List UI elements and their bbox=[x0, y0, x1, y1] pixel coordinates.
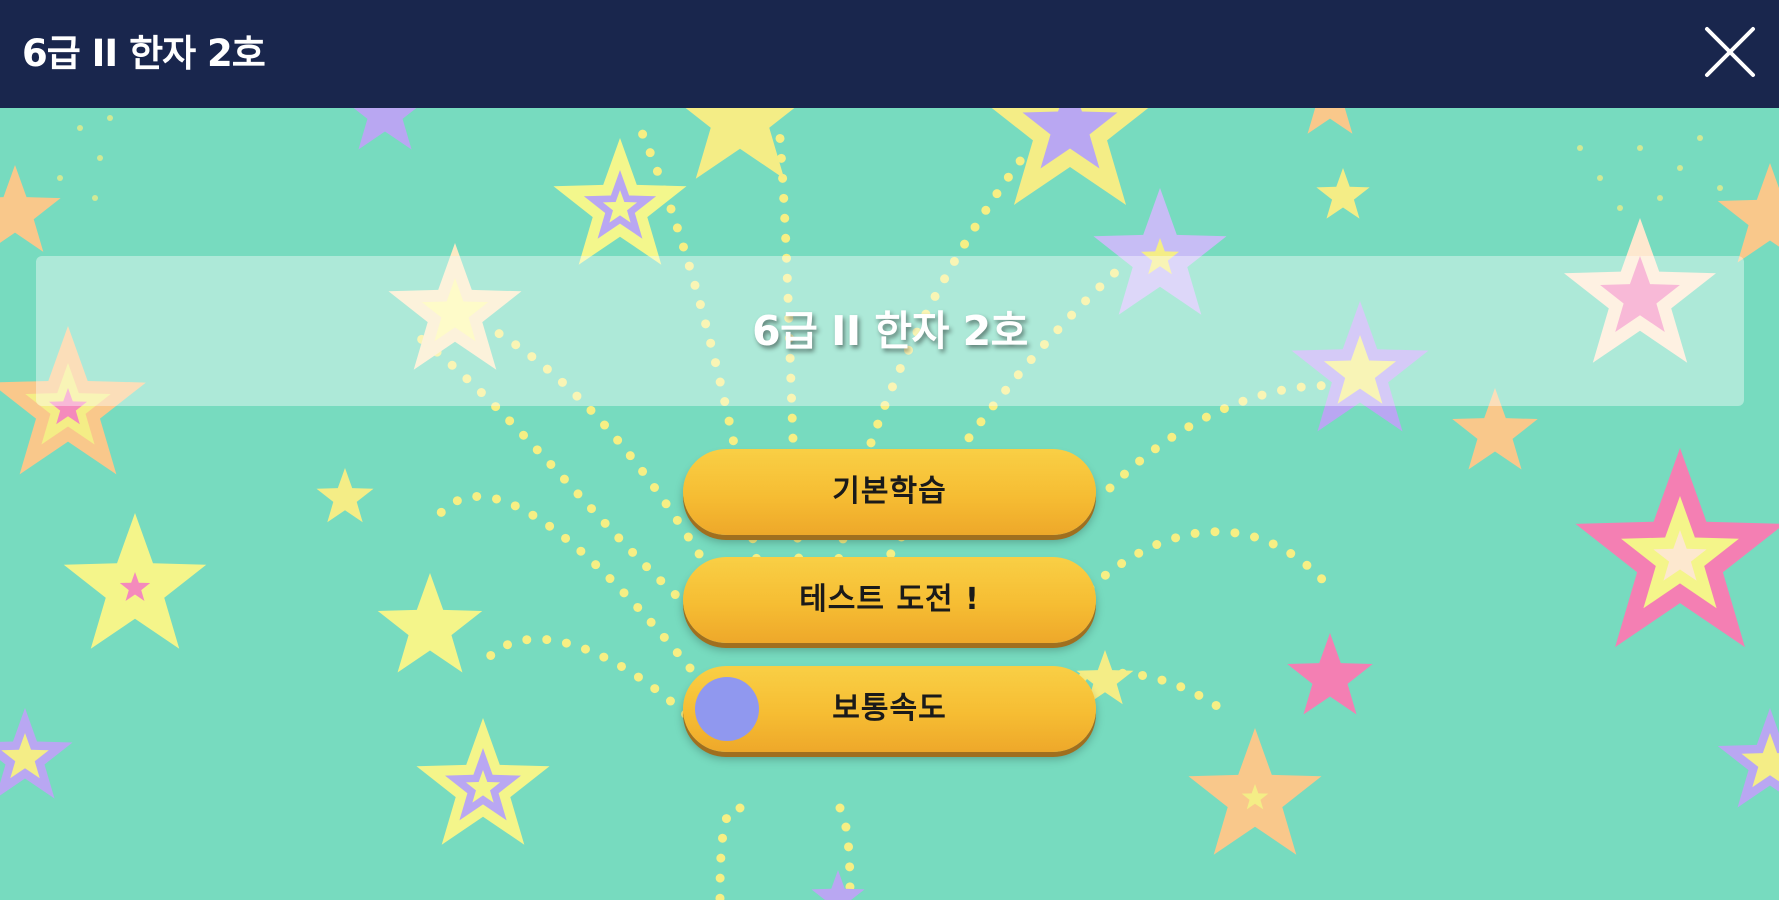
basic-learning-label: 기본학습 bbox=[832, 474, 947, 509]
banner-title: 6급 II 한자 2호 bbox=[752, 307, 1028, 355]
basic-learning-button[interactable]: 기본학습 bbox=[683, 449, 1096, 535]
title-banner: 6급 II 한자 2호 bbox=[36, 256, 1744, 406]
app-window: 6급 II 한자 2호 6급 II 한자 2호 기본학습 테스트 도전 ! 보통… bbox=[0, 0, 1779, 900]
sparkle-dots bbox=[57, 115, 1723, 211]
stage-area: 6급 II 한자 2호 기본학습 테스트 도전 ! 보통속도 bbox=[0, 108, 1779, 900]
speed-toggle-button[interactable]: 보통속도 bbox=[683, 666, 1096, 752]
speed-label: 보통속도 bbox=[832, 691, 947, 726]
title-bar: 6급 II 한자 2호 bbox=[0, 0, 1779, 108]
close-icon bbox=[1705, 27, 1755, 77]
window-title: 6급 II 한자 2호 bbox=[22, 32, 266, 75]
test-challenge-label: 테스트 도전 ! bbox=[799, 582, 980, 617]
close-button[interactable] bbox=[1701, 23, 1759, 81]
test-challenge-button[interactable]: 테스트 도전 ! bbox=[683, 557, 1096, 643]
